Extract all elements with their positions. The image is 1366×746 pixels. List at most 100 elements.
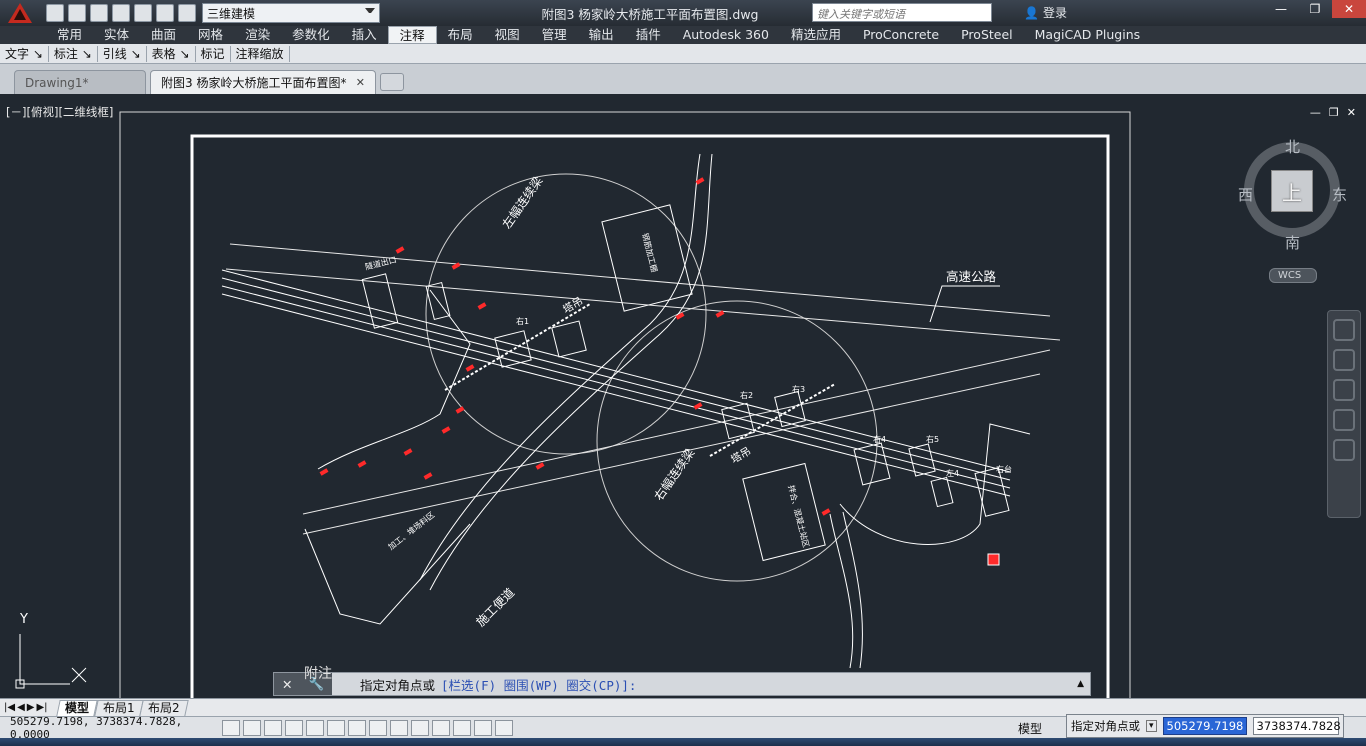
ribbon-tab[interactable]: 布局 <box>437 26 484 44</box>
ribbon-tab[interactable]: 渲染 <box>234 26 281 44</box>
title-bar: 三维建模 附图3 杨家岭大桥施工平面布置图.dwg 键入关键字或短语 👤 登录 … <box>0 0 1366 26</box>
ribbon-tab[interactable]: MagiCAD Plugins <box>1024 26 1152 44</box>
dynamic-input-icon[interactable] <box>411 719 429 736</box>
viewport-restore-icon[interactable]: ❐ <box>1329 106 1339 119</box>
viewport-minimize-icon[interactable]: — <box>1310 106 1321 119</box>
ribbon-panel-label[interactable]: 文字 ↘ <box>0 45 49 62</box>
dynamic-y-input[interactable]: 3738374.7828 <box>1252 717 1341 735</box>
compass-south[interactable]: 南 <box>1285 232 1300 253</box>
file-tab-label: Drawing1* <box>25 75 89 90</box>
ribbon-panel-label[interactable]: 标注 ↘ <box>49 45 98 62</box>
orbit-icon[interactable] <box>1333 409 1355 431</box>
ribbon-tab[interactable]: 常用 <box>46 26 93 44</box>
application-menu-button[interactable] <box>0 0 40 26</box>
viewport-controls-label[interactable]: [－][俯视][二维线框] <box>6 104 113 120</box>
wcs-menu[interactable]: WCS <box>1269 268 1317 283</box>
grid-display-icon[interactable] <box>264 719 282 736</box>
pan-hand-icon[interactable] <box>1333 349 1355 371</box>
ribbon-tab[interactable]: ProSteel <box>950 26 1024 44</box>
ribbon-tab[interactable]: 视图 <box>484 26 531 44</box>
search-input[interactable]: 键入关键字或短语 <box>812 3 992 22</box>
command-prompt: 指定对角点或 <box>360 677 436 693</box>
print-icon[interactable] <box>134 4 152 22</box>
layout-tab-label: 布局1 <box>102 700 135 715</box>
command-line[interactable]: 附注 ✕ 🔧 指定对角点或 [栏选(F) 圈围(WP) 圈交(CP)]: ▲ <box>273 666 1091 696</box>
infer-constraints-icon[interactable] <box>222 719 240 736</box>
restore-icon[interactable]: ❐ <box>1298 0 1332 18</box>
dynamic-arrow-icon[interactable]: ▾ <box>1146 720 1157 732</box>
viewcube-top-face[interactable]: 上 <box>1271 170 1313 212</box>
zoom-extents-icon[interactable] <box>1333 379 1355 401</box>
object-snap-icon[interactable] <box>348 719 366 736</box>
dynamic-x-input[interactable]: 505279.7198 <box>1162 717 1247 735</box>
redo-icon[interactable] <box>178 4 196 22</box>
selection-cycling-icon[interactable] <box>495 719 513 736</box>
ribbon-panel-label[interactable]: 引线 ↘ <box>98 45 147 62</box>
layout-tab[interactable]: 布局2 <box>139 699 189 716</box>
compass-west[interactable]: 西 <box>1238 184 1253 205</box>
ortho-mode-icon[interactable] <box>285 719 303 736</box>
first-layout-icon[interactable]: |◀ <box>4 702 15 713</box>
file-tab-active[interactable]: 附图3 杨家岭大桥施工平面布置图* ✕ <box>150 70 376 94</box>
save-icon[interactable] <box>90 4 108 22</box>
drafting-toggles <box>222 719 513 736</box>
viewcube[interactable]: 上 北 南 东 西 WCS <box>1238 136 1348 286</box>
3d-osnap-icon[interactable] <box>327 719 345 736</box>
last-layout-icon[interactable]: ▶| <box>36 702 47 713</box>
ribbon-tab[interactable]: 插件 <box>625 26 672 44</box>
ribbon-panel-label[interactable]: 标记 <box>196 45 231 62</box>
coordinate-readout[interactable]: 505279.7198, 3738374.7828, 0.0000 <box>0 715 222 741</box>
close-icon[interactable]: ✕ <box>282 677 292 692</box>
snap-mode-icon[interactable] <box>243 719 261 736</box>
minimize-icon[interactable]: — <box>1264 0 1298 18</box>
undo-icon[interactable] <box>156 4 174 22</box>
viewport-close-icon[interactable]: ✕ <box>1347 106 1356 119</box>
compass-north[interactable]: 北 <box>1285 136 1300 157</box>
quick-properties-icon[interactable] <box>474 719 492 736</box>
close-tab-icon[interactable]: ✕ <box>356 76 365 89</box>
dynamic-ucs-icon[interactable] <box>390 719 408 736</box>
workspace-dropdown[interactable]: 三维建模 <box>202 3 380 23</box>
ribbon-tab[interactable]: 曲面 <box>140 26 187 44</box>
ribbon-tab[interactable]: 参数化 <box>281 26 341 44</box>
ribbon-tab[interactable]: 管理 <box>531 26 578 44</box>
dynamic-prompt: 指定对角点或 <box>1071 719 1140 733</box>
steering-wheel-icon[interactable] <box>1333 319 1355 341</box>
login-button[interactable]: 👤 登录 <box>1024 4 1067 21</box>
command-history-icon[interactable]: ▲ <box>1077 679 1084 689</box>
new-file-icon[interactable] <box>46 4 64 22</box>
file-tab-drawing1[interactable]: Drawing1* <box>14 70 146 94</box>
polar-tracking-icon[interactable] <box>306 719 324 736</box>
dynamic-input-tooltip: 指定对角点或 ▾ 505279.7198 3738374.7828 <box>1066 714 1344 738</box>
transparency-icon[interactable] <box>453 719 471 736</box>
ribbon-tab[interactable]: 网格 <box>187 26 234 44</box>
viewport-window-controls: — ❐ ✕ <box>1310 106 1356 119</box>
layout-tab[interactable]: 布局1 <box>93 699 143 716</box>
layout-tab[interactable]: 模型 <box>55 699 98 716</box>
user-icon: 👤 <box>1024 5 1039 20</box>
ribbon-panel-label[interactable]: 注释缩放 <box>231 45 290 62</box>
prev-layout-icon[interactable]: ◀ <box>17 702 25 713</box>
model-space-button[interactable]: 模型 <box>1018 720 1042 737</box>
ribbon-tab[interactable]: ProConcrete <box>852 26 950 44</box>
ribbon-tab[interactable]: 插入 <box>341 26 388 44</box>
ribbon-tab[interactable]: Autodesk 360 <box>672 26 780 44</box>
save-as-icon[interactable] <box>112 4 130 22</box>
compass-east[interactable]: 东 <box>1332 184 1347 205</box>
lineweight-icon[interactable] <box>432 719 450 736</box>
ribbon-panel-label[interactable]: 表格 ↘ <box>147 45 196 62</box>
object-snap-tracking-icon[interactable] <box>369 719 387 736</box>
close-icon[interactable]: ✕ <box>1332 0 1366 18</box>
command-options[interactable]: [栏选(F) 圈围(WP) 圈交(CP)]: <box>441 675 636 694</box>
new-tab-button[interactable] <box>380 73 404 91</box>
showmotion-icon[interactable] <box>1333 439 1355 461</box>
drawing-canvas[interactable]: 左幅连续梁 右幅连续梁 高速公路 塔吊 塔吊 施工便道 加工、堆场料区 钢筋加工… <box>0 94 1366 698</box>
next-layout-icon[interactable]: ▶ <box>27 702 35 713</box>
ribbon-tab[interactable]: 精选应用 <box>780 26 852 44</box>
open-file-icon[interactable] <box>68 4 86 22</box>
ribbon-tab[interactable]: 输出 <box>578 26 625 44</box>
login-label: 登录 <box>1042 6 1067 20</box>
ribbon-tab[interactable]: 注释 <box>387 26 437 44</box>
status-bar: 505279.7198, 3738374.7828, 0.0000 模型 指定对… <box>0 714 1366 741</box>
ribbon-tab[interactable]: 实体 <box>93 26 140 44</box>
